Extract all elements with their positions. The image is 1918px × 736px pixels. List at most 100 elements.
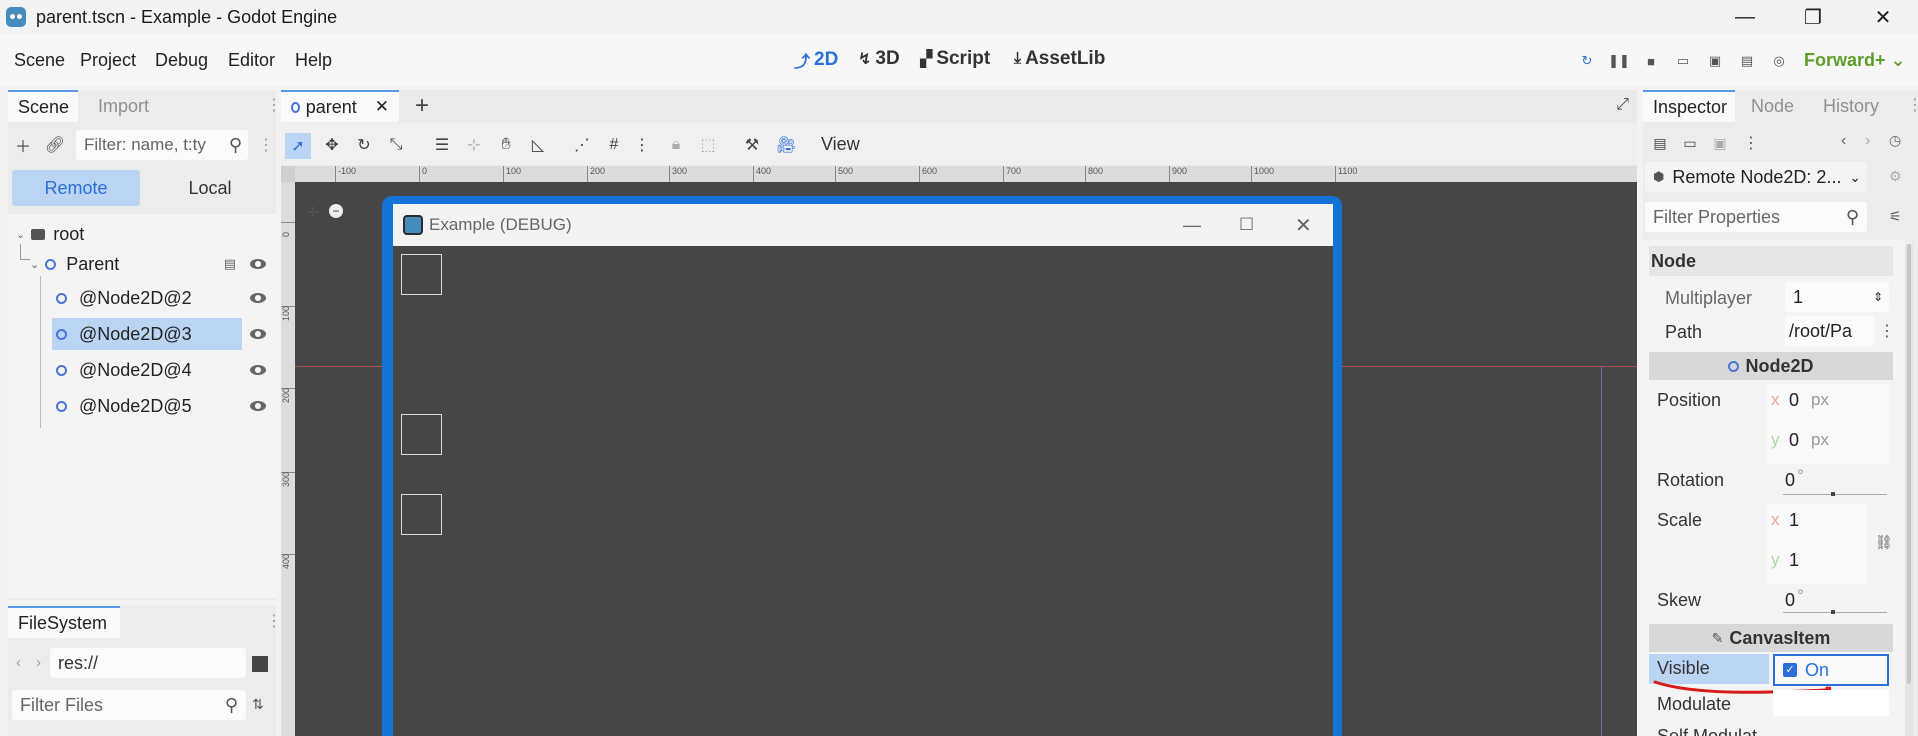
select-tool-icon[interactable]: ➚ bbox=[285, 133, 311, 159]
filter-files-input[interactable]: Filter Files ⚲ bbox=[12, 690, 246, 720]
debug-close-button[interactable]: ✕ bbox=[1295, 213, 1312, 238]
play-scene-icon[interactable]: ▣ bbox=[1706, 52, 1724, 70]
renderer-select[interactable]: Forward+ ⌄ bbox=[1804, 50, 1906, 71]
tab-history[interactable]: History bbox=[1813, 90, 1889, 122]
sort-icon[interactable]: ⇅ bbox=[252, 696, 264, 713]
scale-x-value[interactable]: 1 bbox=[1789, 510, 1799, 531]
scene-instance-icon[interactable]: ▤ bbox=[224, 256, 236, 272]
rotation-slider[interactable] bbox=[1783, 494, 1887, 495]
link-scale-icon[interactable]: ⛓ bbox=[1875, 534, 1893, 551]
tree-row-node2d-4[interactable]: @Node2D@4 bbox=[52, 354, 266, 386]
remote-debug-icon[interactable]: ▭ bbox=[1674, 52, 1692, 70]
pivot-tool-icon[interactable]: ⊹ bbox=[463, 134, 485, 156]
nav-forward-icon[interactable]: › bbox=[36, 654, 41, 671]
pause-icon[interactable]: ❚❚ bbox=[1608, 52, 1630, 70]
tree-row-root[interactable]: ⌄ root bbox=[16, 218, 266, 250]
multiplayer-field[interactable]: 1 ⇕ bbox=[1785, 282, 1889, 312]
object-selector[interactable]: ⬢ Remote Node2D: 2... ⌄ bbox=[1645, 162, 1867, 192]
stepper-icon[interactable]: ⇕ bbox=[1873, 290, 1883, 304]
scene-options-icon[interactable]: ⋮ bbox=[258, 138, 274, 154]
visibility-eye-icon[interactable] bbox=[250, 365, 266, 375]
visibility-eye-icon[interactable] bbox=[250, 329, 266, 339]
visibility-eye-icon[interactable] bbox=[250, 401, 266, 411]
workspace-3d-button[interactable]: ↯ 3D bbox=[858, 48, 900, 70]
split-mode-icon[interactable] bbox=[252, 656, 268, 672]
tree-row-node2d-2[interactable]: @Node2D@2 bbox=[52, 282, 266, 314]
list-select-icon[interactable]: ☰ bbox=[431, 134, 453, 156]
scene-filter-input[interactable]: Filter: name, t:ty ⚲ bbox=[76, 130, 248, 160]
canvasitem-section-header[interactable]: ✎ CanvasItem bbox=[1649, 624, 1893, 652]
position-editor[interactable]: x 0 px y 0 px bbox=[1767, 384, 1889, 464]
history-forward-icon[interactable]: › bbox=[1865, 132, 1870, 150]
workspace-assetlib-button[interactable]: ⤓ AssetLib bbox=[1014, 48, 1105, 70]
dock-menu-icon[interactable]: ⋮ bbox=[266, 98, 282, 114]
history-back-icon[interactable]: ‹ bbox=[1841, 132, 1846, 150]
close-tab-icon[interactable]: ✕ bbox=[375, 97, 389, 117]
lock-icon[interactable]: 🔒︎ bbox=[665, 134, 687, 156]
tab-node[interactable]: Node bbox=[1741, 90, 1804, 122]
add-node-icon[interactable]: ＋ bbox=[12, 134, 34, 156]
dock-menu-icon[interactable]: ⋮ bbox=[266, 614, 282, 630]
menu-project[interactable]: Project bbox=[80, 50, 136, 71]
path-field[interactable]: res:// bbox=[50, 648, 246, 678]
group-icon[interactable]: ⬚ bbox=[697, 134, 719, 156]
local-tab-button[interactable]: Local bbox=[148, 170, 272, 206]
new-resource-icon[interactable]: ▤ bbox=[1649, 132, 1671, 154]
zoom-out-icon[interactable]: − bbox=[329, 204, 343, 218]
path-field[interactable]: /root/Pa bbox=[1785, 316, 1875, 346]
save-icon[interactable]: ▣ bbox=[1709, 132, 1731, 154]
view-menu[interactable]: View bbox=[821, 134, 860, 155]
minimize-button[interactable]: — bbox=[1710, 0, 1780, 34]
tree-row-node2d-3[interactable]: @Node2D@3 bbox=[52, 318, 266, 350]
position-y-value[interactable]: 0 bbox=[1789, 430, 1799, 451]
inspector-scrollbar[interactable] bbox=[1905, 244, 1913, 736]
collapse-arrow-icon[interactable]: ⌄ bbox=[30, 258, 39, 271]
inspector-options-icon[interactable]: ⋮ bbox=[1743, 136, 1759, 152]
add-tab-icon[interactable]: + bbox=[415, 92, 429, 120]
recent-history-icon[interactable]: ◷ bbox=[1889, 132, 1901, 149]
close-button[interactable]: ✕ bbox=[1848, 0, 1918, 34]
snap-options-icon[interactable]: ⋮ bbox=[631, 134, 653, 156]
tab-filesystem[interactable]: FileSystem bbox=[8, 606, 120, 638]
skew-value[interactable]: 0 bbox=[1785, 590, 1795, 611]
filter-properties-input[interactable]: Filter Properties ⚲ bbox=[1645, 202, 1867, 232]
menu-help[interactable]: Help bbox=[295, 50, 332, 71]
menu-editor[interactable]: Editor bbox=[228, 50, 275, 71]
bone-tool-icon[interactable]: ⚒ bbox=[741, 134, 763, 156]
nav-back-icon[interactable]: ‹ bbox=[16, 654, 21, 671]
movie-maker-icon[interactable]: ◎ bbox=[1770, 52, 1788, 70]
path-options-icon[interactable]: ⋮ bbox=[1879, 324, 1895, 340]
grid-snap-icon[interactable]: # bbox=[603, 134, 625, 156]
stop-icon[interactable]: ■ bbox=[1642, 52, 1660, 70]
debug-maximize-button[interactable]: ☐ bbox=[1239, 215, 1254, 235]
override-camera-icon[interactable]: 🎥︎ bbox=[775, 134, 797, 156]
debug-game-window[interactable]: Example (DEBUG) — ☐ ✕ bbox=[393, 204, 1333, 736]
menu-debug[interactable]: Debug bbox=[155, 50, 208, 71]
filter-options-icon[interactable]: ⚟ bbox=[1889, 208, 1902, 225]
pan-tool-icon[interactable]: ✋︎ bbox=[495, 134, 517, 156]
menu-scene[interactable]: Scene bbox=[14, 50, 65, 71]
reload-icon[interactable]: ↻ bbox=[1578, 52, 1596, 70]
tab-parent-scene[interactable]: parent ✕ bbox=[281, 90, 399, 122]
remote-tab-button[interactable]: Remote bbox=[12, 170, 140, 206]
node2d-section-header[interactable]: Node2D bbox=[1649, 352, 1893, 380]
tab-import[interactable]: Import bbox=[88, 90, 159, 122]
smart-snap-icon[interactable]: ⋰ bbox=[571, 134, 593, 156]
tab-scene[interactable]: Scene bbox=[8, 90, 78, 122]
ruler-tool-icon[interactable]: ◺ bbox=[527, 134, 549, 156]
collapse-arrow-icon[interactable]: ⌄ bbox=[16, 228, 25, 241]
maximize-button[interactable]: ❐ bbox=[1778, 0, 1848, 34]
visibility-eye-icon[interactable] bbox=[250, 293, 266, 303]
play-custom-icon[interactable]: ▤ bbox=[1738, 52, 1756, 70]
link-icon[interactable]: 🔗︎ bbox=[44, 134, 66, 156]
workspace-script-button[interactable]: ▞ Script bbox=[920, 48, 990, 70]
scale-y-value[interactable]: 1 bbox=[1789, 550, 1799, 571]
move-tool-icon[interactable]: ✥ bbox=[321, 134, 343, 156]
tab-inspector[interactable]: Inspector bbox=[1643, 90, 1735, 122]
scale-tool-icon[interactable]: ⤡ bbox=[385, 134, 407, 156]
position-x-value[interactable]: 0 bbox=[1789, 390, 1799, 411]
tree-row-parent[interactable]: ⌄ Parent ▤ bbox=[30, 248, 266, 280]
debug-minimize-button[interactable]: — bbox=[1183, 215, 1201, 236]
skew-slider[interactable] bbox=[1783, 612, 1887, 613]
visibility-eye-icon[interactable] bbox=[250, 259, 266, 269]
